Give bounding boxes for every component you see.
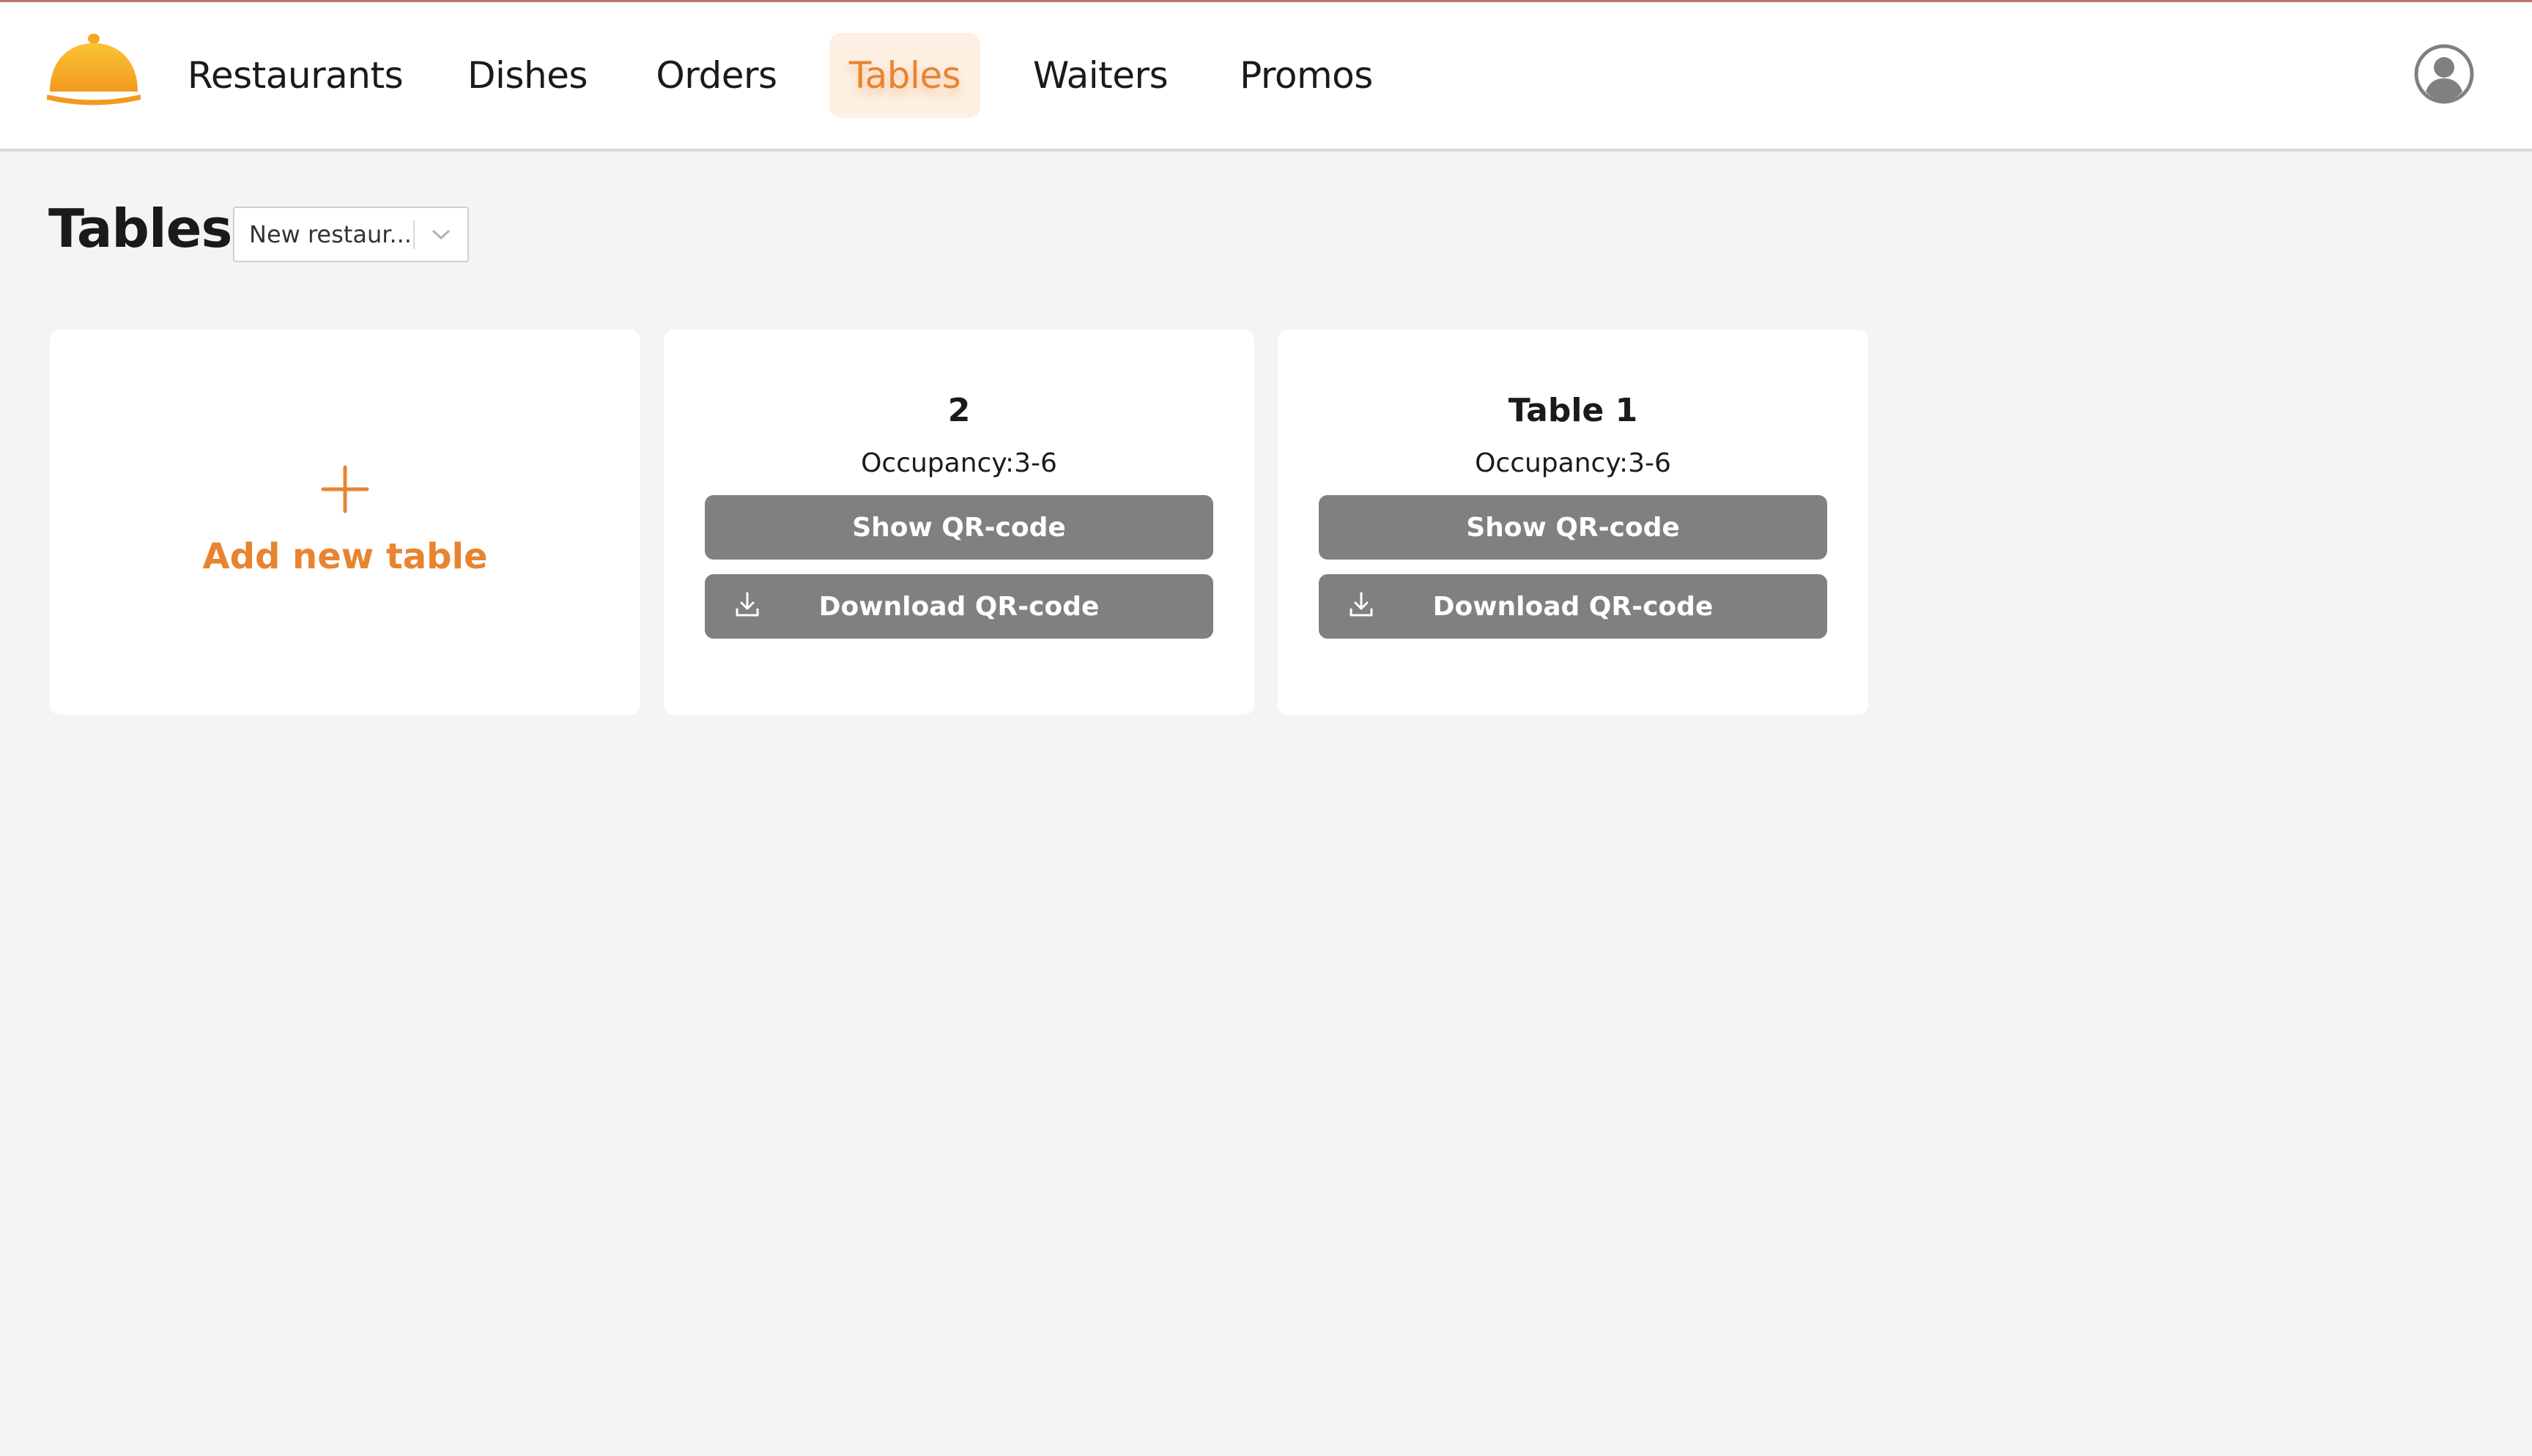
chevron-down-icon[interactable]	[415, 228, 467, 241]
cloche-logo-icon[interactable]	[47, 31, 141, 108]
table-occupancy: Occupancy:3-6	[1475, 448, 1671, 478]
restaurant-select[interactable]: New restaur...	[233, 207, 469, 262]
plus-icon	[321, 465, 369, 513]
download-qr-label: Download QR-code	[1432, 591, 1714, 622]
download-icon	[1350, 592, 1373, 617]
show-qr-label: Show QR-code	[1466, 512, 1680, 543]
download-qr-label: Download QR-code	[818, 591, 1100, 622]
download-icon	[736, 592, 759, 617]
table-name: Table 1	[1508, 392, 1638, 429]
nav-orders[interactable]: Orders	[645, 33, 788, 118]
table-name: 2	[947, 392, 971, 429]
show-qr-button[interactable]: Show QR-code	[1319, 495, 1827, 560]
top-nav-bar: Restaurants Dishes Orders Tables Waiters…	[0, 2, 2532, 152]
page-title: Tables	[48, 198, 232, 259]
nav-waiters[interactable]: Waiters	[1023, 33, 1178, 118]
show-qr-label: Show QR-code	[852, 512, 1066, 543]
nav-promos[interactable]: Promos	[1229, 33, 1383, 118]
add-table-card[interactable]: Add new table	[50, 330, 640, 715]
table-card: Table 1 Occupancy:3-6 Show QR-code Downl…	[1278, 330, 1868, 715]
nav-dishes[interactable]: Dishes	[454, 33, 601, 118]
show-qr-button[interactable]: Show QR-code	[705, 495, 1213, 560]
user-circle-icon[interactable]	[2413, 43, 2475, 105]
add-table-label: Add new table	[202, 536, 488, 577]
nav-restaurants[interactable]: Restaurants	[182, 33, 409, 118]
download-qr-button[interactable]: Download QR-code	[705, 574, 1213, 639]
table-occupancy: Occupancy:3-6	[861, 448, 1057, 478]
table-card: 2 Occupancy:3-6 Show QR-code Download QR…	[664, 330, 1254, 715]
download-qr-button[interactable]: Download QR-code	[1319, 574, 1827, 639]
nav-tables[interactable]: Tables	[829, 33, 980, 118]
restaurant-select-value: New restaur...	[249, 220, 412, 248]
